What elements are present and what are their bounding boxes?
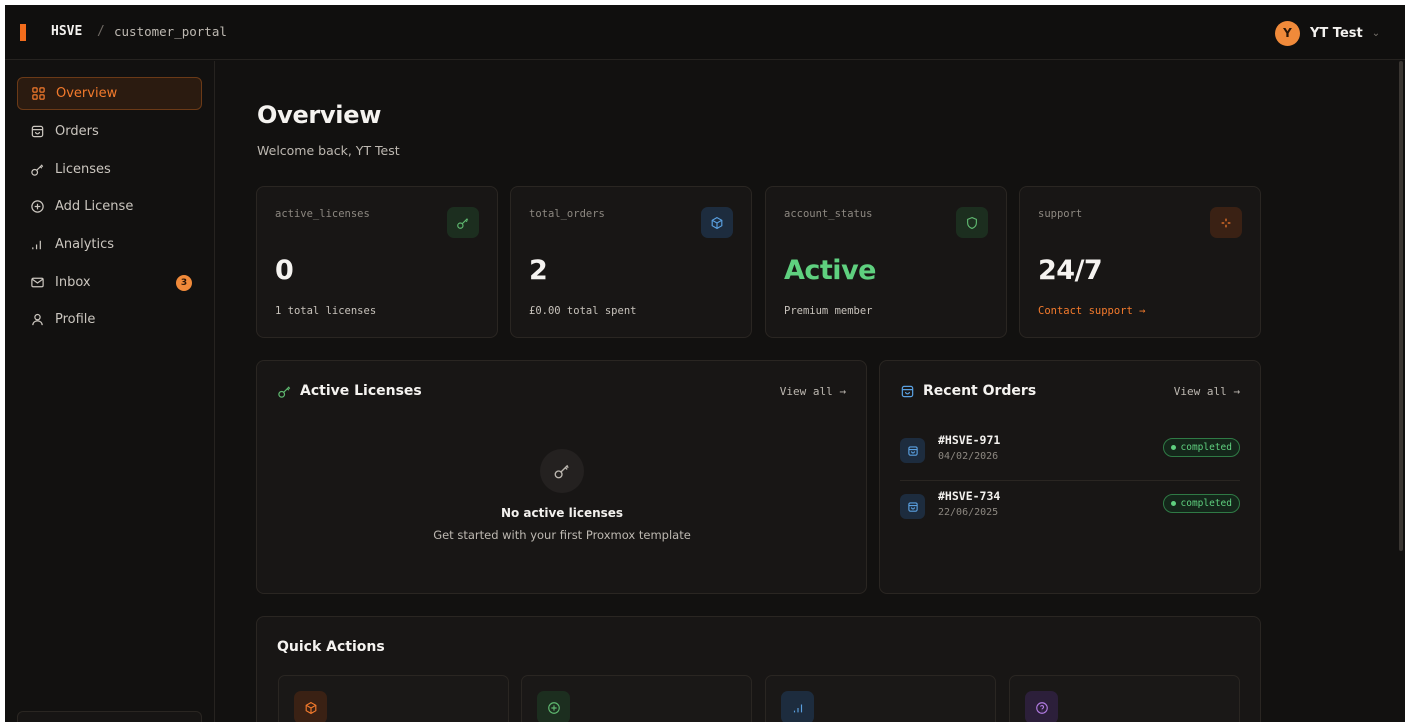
stat-label: support: [1038, 208, 1083, 220]
inbox-count-badge: 3: [176, 275, 192, 291]
breadcrumb-project[interactable]: customer_portal: [114, 24, 227, 39]
user-menu[interactable]: Y YT Test ⌄: [1275, 20, 1380, 46]
bar-chart-icon: [781, 691, 814, 722]
sidebar-item-overview[interactable]: Overview: [17, 77, 202, 110]
sidebar-item-label: Inbox: [55, 275, 91, 290]
plus-circle-icon: [537, 691, 570, 722]
sidebar: Overview Orders Licenses Add License Ana…: [5, 61, 215, 722]
user-icon: [30, 312, 45, 327]
sidebar-item-analytics[interactable]: Analytics: [17, 228, 202, 261]
sidebar-item-inbox[interactable]: Inbox 3: [17, 266, 202, 299]
stat-card-total-orders: total_orders 2 £0.00 total spent: [510, 186, 752, 338]
status-badge: completed: [1162, 494, 1240, 513]
empty-state-description: Get started with your first Proxmox temp…: [433, 528, 691, 542]
status-badge: completed: [1162, 438, 1240, 457]
stat-subtext: £0.00 total spent: [529, 305, 637, 317]
key-icon: [278, 385, 291, 398]
quick-action-tile[interactable]: [1009, 675, 1240, 722]
empty-state-title: No active licenses: [500, 506, 624, 520]
avatar: Y: [1275, 20, 1300, 46]
page-subtitle: Welcome back, YT Test: [257, 143, 400, 158]
quick-action-tile[interactable]: [521, 675, 752, 722]
key-icon: [30, 162, 45, 177]
stat-value: 24/7: [1038, 255, 1103, 286]
stat-subtext: Premium member: [784, 305, 873, 317]
stat-value: Active: [784, 255, 876, 286]
shopping-bag-icon: [30, 124, 45, 139]
key-icon: [540, 449, 584, 493]
sidebar-footer[interactable]: [17, 711, 202, 722]
recent-orders-title: Recent Orders: [923, 383, 1037, 399]
user-name: YT Test: [1310, 25, 1363, 41]
sparkle-icon: [1210, 207, 1242, 238]
help-circle-icon: [1025, 691, 1058, 722]
view-all-orders-link[interactable]: View all →: [1174, 385, 1240, 398]
quick-actions-panel: Quick Actions: [256, 616, 1261, 722]
active-licenses-title: Active Licenses: [300, 383, 422, 399]
order-id: #HSVE-971: [938, 433, 1001, 447]
order-date: 04/02/2026: [938, 451, 999, 462]
sidebar-item-label: Overview: [56, 86, 118, 101]
stat-subtext: 1 total licenses: [275, 305, 377, 317]
brand-name[interactable]: HSVE: [51, 24, 82, 39]
key-icon: [447, 207, 479, 238]
stat-label: account_status: [784, 208, 873, 220]
sidebar-item-label: Add License: [55, 199, 134, 214]
app-window: HSVE / customer_portal Y YT Test ⌄ Overv…: [5, 5, 1405, 722]
box-icon: [294, 691, 327, 722]
quick-actions-title: Quick Actions: [277, 639, 385, 655]
stat-value: 2: [529, 255, 548, 286]
panel-title: Active Licenses: [277, 383, 422, 399]
view-all-licenses-link[interactable]: View all →: [780, 385, 846, 398]
panel-title: Recent Orders: [900, 383, 1036, 399]
stat-value: 0: [275, 255, 294, 286]
mail-icon: [30, 275, 45, 290]
sidebar-item-licenses[interactable]: Licenses: [17, 153, 202, 186]
quick-action-tile[interactable]: [765, 675, 996, 722]
breadcrumb-separator: /: [97, 24, 105, 39]
shopping-bag-icon: [900, 438, 925, 463]
stat-label: active_licenses: [275, 208, 370, 220]
box-icon: [701, 207, 733, 238]
active-licenses-panel: Active Licenses View all → No active lic…: [256, 360, 867, 594]
scrollbar[interactable]: [1399, 61, 1403, 551]
recent-orders-panel: Recent Orders View all → #HSVE-971 04/02…: [879, 360, 1261, 594]
stat-card-support: support 24/7 Contact support →: [1019, 186, 1261, 338]
stat-label: total_orders: [529, 208, 605, 220]
order-id: #HSVE-734: [938, 489, 1001, 503]
sidebar-item-label: Analytics: [55, 237, 115, 252]
stat-card-account-status: account_status Active Premium member: [765, 186, 1007, 338]
top-bar: HSVE / customer_portal Y YT Test ⌄: [5, 5, 1405, 60]
bar-chart-icon: [30, 237, 45, 252]
quick-action-tile[interactable]: [278, 675, 509, 722]
status-dot-icon: [1170, 445, 1176, 450]
shopping-bag-icon: [901, 385, 914, 397]
shopping-bag-icon: [900, 494, 925, 519]
stat-card-active-licenses: active_licenses 0 1 total licenses: [256, 186, 498, 338]
order-row[interactable]: #HSVE-971 04/02/2026 completed: [900, 433, 1240, 481]
status-label: completed: [1180, 498, 1232, 509]
status-dot-icon: [1170, 501, 1176, 506]
chevron-down-icon: ⌄: [1371, 27, 1381, 39]
sidebar-item-label: Orders: [55, 124, 99, 139]
sidebar-item-label: Profile: [55, 312, 96, 327]
shield-icon: [956, 207, 988, 238]
page-title: Overview: [257, 101, 382, 129]
order-row[interactable]: #HSVE-734 22/06/2025 completed: [900, 489, 1240, 537]
sidebar-item-profile[interactable]: Profile: [17, 303, 202, 336]
sidebar-item-label: Licenses: [55, 162, 111, 177]
sidebar-item-add-license[interactable]: Add License: [17, 190, 202, 223]
status-label: completed: [1180, 442, 1232, 453]
grid-icon: [31, 86, 46, 101]
plus-circle-icon: [30, 199, 45, 214]
sidebar-item-orders[interactable]: Orders: [17, 115, 202, 148]
order-date: 22/06/2025: [938, 507, 999, 518]
contact-support-link[interactable]: Contact support →: [1038, 305, 1145, 317]
brand-logo-icon: [20, 24, 26, 41]
